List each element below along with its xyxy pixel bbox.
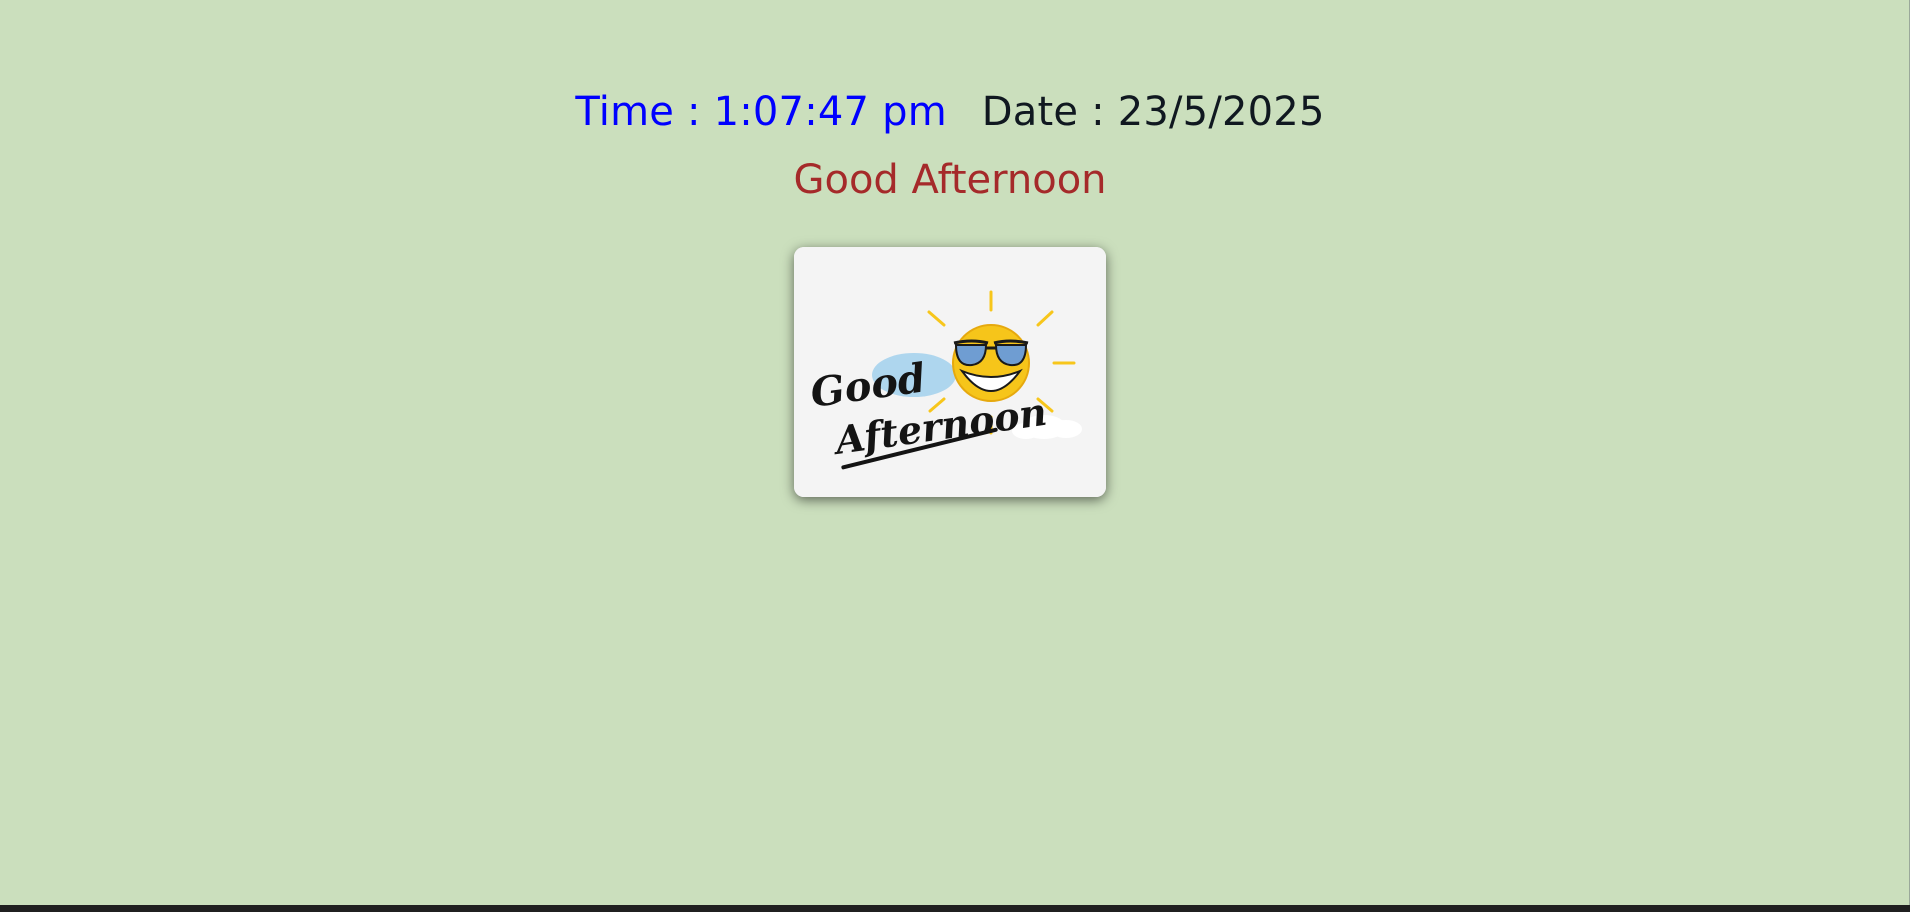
page: Time : 1:07:47 pm Date : 23/5/2025 Good … (0, 0, 1910, 912)
taskbar-edge (0, 905, 1910, 912)
date-display: Date : 23/5/2025 (981, 89, 1325, 135)
greeting-image: Good Afternoon (794, 247, 1106, 497)
greeting-text: Good Afternoon (793, 157, 1107, 203)
time-display: Time : 1:07:47 pm (575, 89, 947, 135)
good-afternoon-illustration: Good Afternoon (794, 247, 1106, 497)
clock-row: Time : 1:07:47 pm Date : 23/5/2025 (0, 84, 1900, 140)
